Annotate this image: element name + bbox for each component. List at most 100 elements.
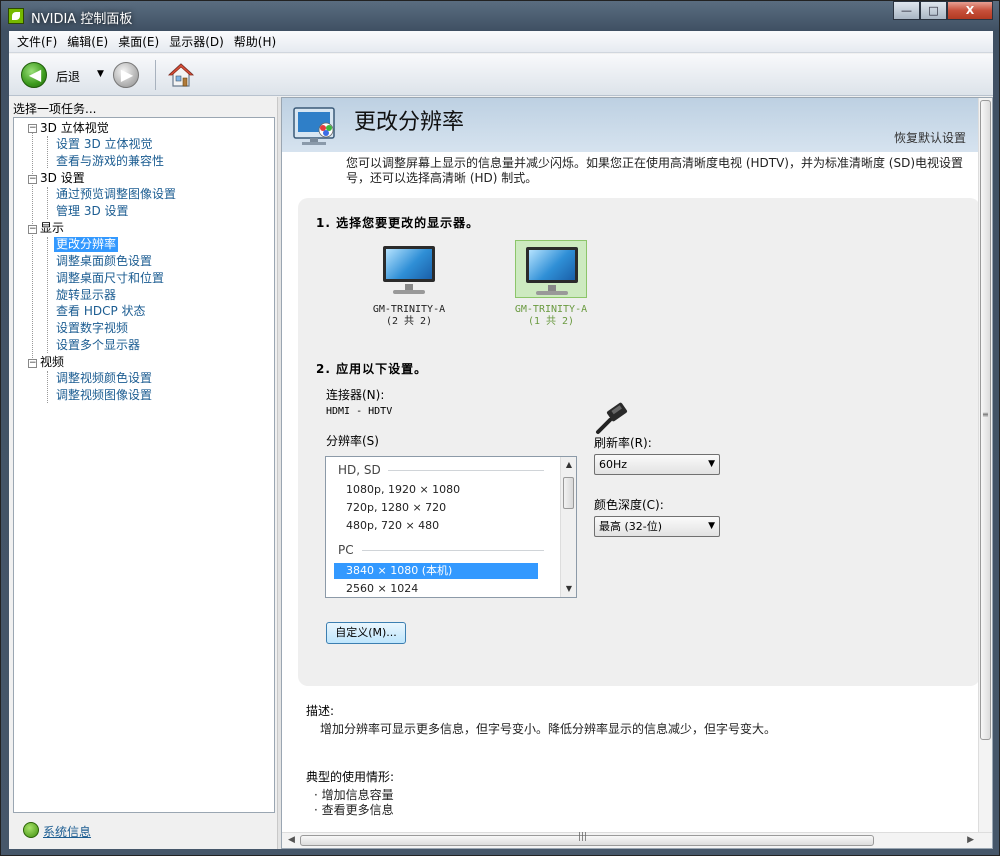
resolution-label: 分辨率(S)	[326, 434, 379, 448]
connector-value: HDMI - HDTV	[326, 406, 393, 417]
chevron-down-icon: ▼	[708, 459, 715, 469]
scroll-down-icon[interactable]: ▼	[563, 583, 575, 595]
list-item[interactable]: 480p, 720 × 480	[346, 519, 439, 532]
toolbar: ◀ 后退 ▼ ▶	[9, 54, 993, 96]
monitor-icon	[373, 240, 445, 298]
task-tree: − 3D 立体视觉 设置 3D 立体视觉 查看与游戏的兼容性 − 3D 设置 通…	[13, 117, 275, 813]
nvidia-control-panel-window: NVIDIA 控制面板 — □ X 文件(F) 编辑(E) 桌面(E) 显示器(…	[0, 0, 1000, 856]
usage-item-text: 增加信息容量	[321, 788, 394, 802]
menu-help[interactable]: 帮助(H)	[229, 32, 281, 52]
close-button[interactable]: X	[947, 1, 993, 20]
intro-line: 您可以调整屏幕上显示的信息量并减少闪烁。如果您正在使用高清晰度电视 (HDTV)…	[346, 156, 964, 170]
forward-button[interactable]: ▶	[113, 62, 139, 88]
list-item[interactable]: 720p, 1280 × 720	[346, 501, 446, 514]
home-icon[interactable]	[167, 61, 195, 89]
tree-item-video-image[interactable]: 调整视频图像设置	[56, 388, 152, 403]
minimize-button[interactable]: —	[893, 1, 920, 20]
group-divider	[362, 550, 544, 551]
usage-item-text: 查看更多信息	[321, 803, 394, 817]
color-depth-select[interactable]: 最高 (32-位) ▼	[594, 516, 720, 537]
menu-display[interactable]: 显示器(D)	[164, 32, 229, 52]
monitor-option[interactable]: GM-TRINITY-A (2 共 2)	[368, 240, 450, 328]
menu-desktop[interactable]: 桌面(E)	[113, 32, 164, 52]
back-button[interactable]: ◀	[21, 62, 47, 88]
scroll-thumb[interactable]	[980, 100, 991, 740]
tree-item-setup-3d-stereo[interactable]: 设置 3D 立体视觉	[56, 137, 153, 152]
scroll-right-icon[interactable]: ▶	[967, 835, 974, 845]
window-title: NVIDIA 控制面板	[31, 12, 133, 27]
scroll-grip-icon: |||	[578, 832, 588, 842]
tree-collapse-toggle[interactable]: −	[28, 175, 37, 184]
tree-category-3d-stereo[interactable]: 3D 立体视觉	[40, 121, 109, 136]
list-group-header: HD, SD	[338, 463, 381, 477]
task-pane-header: 选择一项任务...	[13, 102, 97, 116]
tree-collapse-toggle[interactable]: −	[28, 124, 37, 133]
page-title: 更改分辨率	[354, 110, 465, 135]
chevron-down-icon: ▼	[708, 521, 715, 531]
listbox-scrollbar[interactable]: ▲ ▼	[560, 457, 576, 597]
client-area: 文件(F) 编辑(E) 桌面(E) 显示器(D) 帮助(H) ◀ 后退 ▼ ▶	[9, 31, 993, 849]
restore-defaults-link[interactable]: 恢复默认设置	[894, 129, 966, 146]
menu-file[interactable]: 文件(F)	[12, 32, 62, 52]
intro-line: 号，还可以选择高清晰 (HD) 制式。	[346, 171, 538, 185]
tree-item-multiple-displays[interactable]: 设置多个显示器	[56, 338, 140, 353]
tree-item-game-compatibility[interactable]: 查看与游戏的兼容性	[56, 154, 164, 169]
tree-item-adjust-image-preview[interactable]: 通过预览调整图像设置	[56, 187, 176, 202]
customize-button[interactable]: 自定义(M)...	[326, 622, 406, 644]
back-history-dropdown[interactable]: ▼	[97, 69, 104, 79]
usage-label: 典型的使用情形:	[306, 770, 395, 784]
tree-item-manage-3d-settings[interactable]: 管理 3D 设置	[56, 204, 129, 219]
tree-item-desktop-size-position[interactable]: 调整桌面尺寸和位置	[56, 271, 164, 286]
task-pane: 选择一项任务... − 3D 立体视觉 设置 3D 立体视觉 查看与游戏的兼容性…	[9, 97, 277, 849]
refresh-rate-select[interactable]: 60Hz ▼	[594, 454, 720, 475]
tree-item-hdcp-status[interactable]: 查看 HDCP 状态	[56, 304, 146, 319]
connector-label: 连接器(N):	[326, 388, 385, 402]
back-label[interactable]: 后退	[56, 68, 80, 85]
refresh-rate-label: 刷新率(R):	[594, 436, 652, 450]
step-1-heading: 1. 选择您要更改的显示器。	[316, 216, 480, 230]
description-label: 描述:	[306, 704, 335, 718]
resolution-listbox[interactable]: HD, SD 1080p, 1920 × 1080 720p, 1280 × 7…	[325, 456, 577, 598]
usage-item: · 查看更多信息	[314, 801, 394, 818]
tree-item-video-color[interactable]: 调整视频颜色设置	[56, 371, 152, 386]
tree-collapse-toggle[interactable]: −	[28, 225, 37, 234]
hdmi-connector-icon	[596, 402, 628, 434]
intro-text: 您可以调整屏幕上显示的信息量并减少闪烁。如果您正在使用高清晰度电视 (HDTV)…	[346, 156, 986, 186]
list-item-selected[interactable]: 3840 × 1080 (本机)	[334, 563, 538, 579]
tree-collapse-toggle[interactable]: −	[28, 359, 37, 368]
content-vertical-scrollbar[interactable]: ≡	[978, 98, 992, 834]
scroll-left-icon[interactable]: ◀	[288, 835, 295, 845]
monitor-option-selected[interactable]: GM-TRINITY-A (1 共 2)	[510, 240, 592, 328]
menu-edit[interactable]: 编辑(E)	[62, 32, 113, 52]
menu-bar: 文件(F) 编辑(E) 桌面(E) 显示器(D) 帮助(H)	[9, 31, 993, 53]
content-horizontal-scrollbar[interactable]: ◀ ||| ▶	[282, 832, 992, 848]
toolbar-separator	[155, 60, 156, 90]
tree-category-3d-settings[interactable]: 3D 设置	[40, 171, 85, 186]
scroll-up-icon[interactable]: ▲	[563, 459, 575, 471]
tree-category-display[interactable]: 显示	[40, 221, 64, 236]
arrow-left-icon: ◀	[28, 65, 42, 84]
list-group-header: PC	[338, 543, 354, 557]
tree-item-rotate-display[interactable]: 旋转显示器	[56, 288, 116, 303]
system-info-label[interactable]: 系统信息	[43, 823, 91, 840]
scroll-thumb[interactable]	[563, 477, 574, 509]
maximize-button[interactable]: □	[920, 1, 947, 20]
monitor-name: GM-TRINITY-A	[372, 304, 446, 315]
tree-item-change-resolution[interactable]: 更改分辨率	[54, 237, 119, 252]
tree-item-desktop-color[interactable]: 调整桌面颜色设置	[56, 254, 152, 269]
tree-line	[47, 136, 48, 168]
tree-line	[47, 237, 48, 353]
tree-category-video[interactable]: 视频	[40, 355, 64, 370]
nvidia-logo-icon	[8, 8, 24, 24]
tree-item-digital-video[interactable]: 设置数字视频	[56, 321, 128, 336]
list-item[interactable]: 1080p, 1920 × 1080	[346, 483, 460, 496]
tree-line	[47, 371, 48, 403]
bullet: ·	[314, 788, 318, 802]
content-pane: 更改分辨率 恢复默认设置 您可以调整屏幕上显示的信息量并减少闪烁。如果您正在使用…	[281, 97, 993, 849]
title-bar[interactable]: NVIDIA 控制面板 — □ X	[1, 1, 1000, 31]
system-info-icon	[23, 822, 39, 838]
refresh-rate-value: 60Hz	[599, 458, 628, 471]
scroll-grip-icon: ≡	[982, 410, 989, 419]
list-item[interactable]: 2560 × 1024	[346, 582, 418, 595]
system-info-link[interactable]: 系统信息	[19, 819, 275, 841]
